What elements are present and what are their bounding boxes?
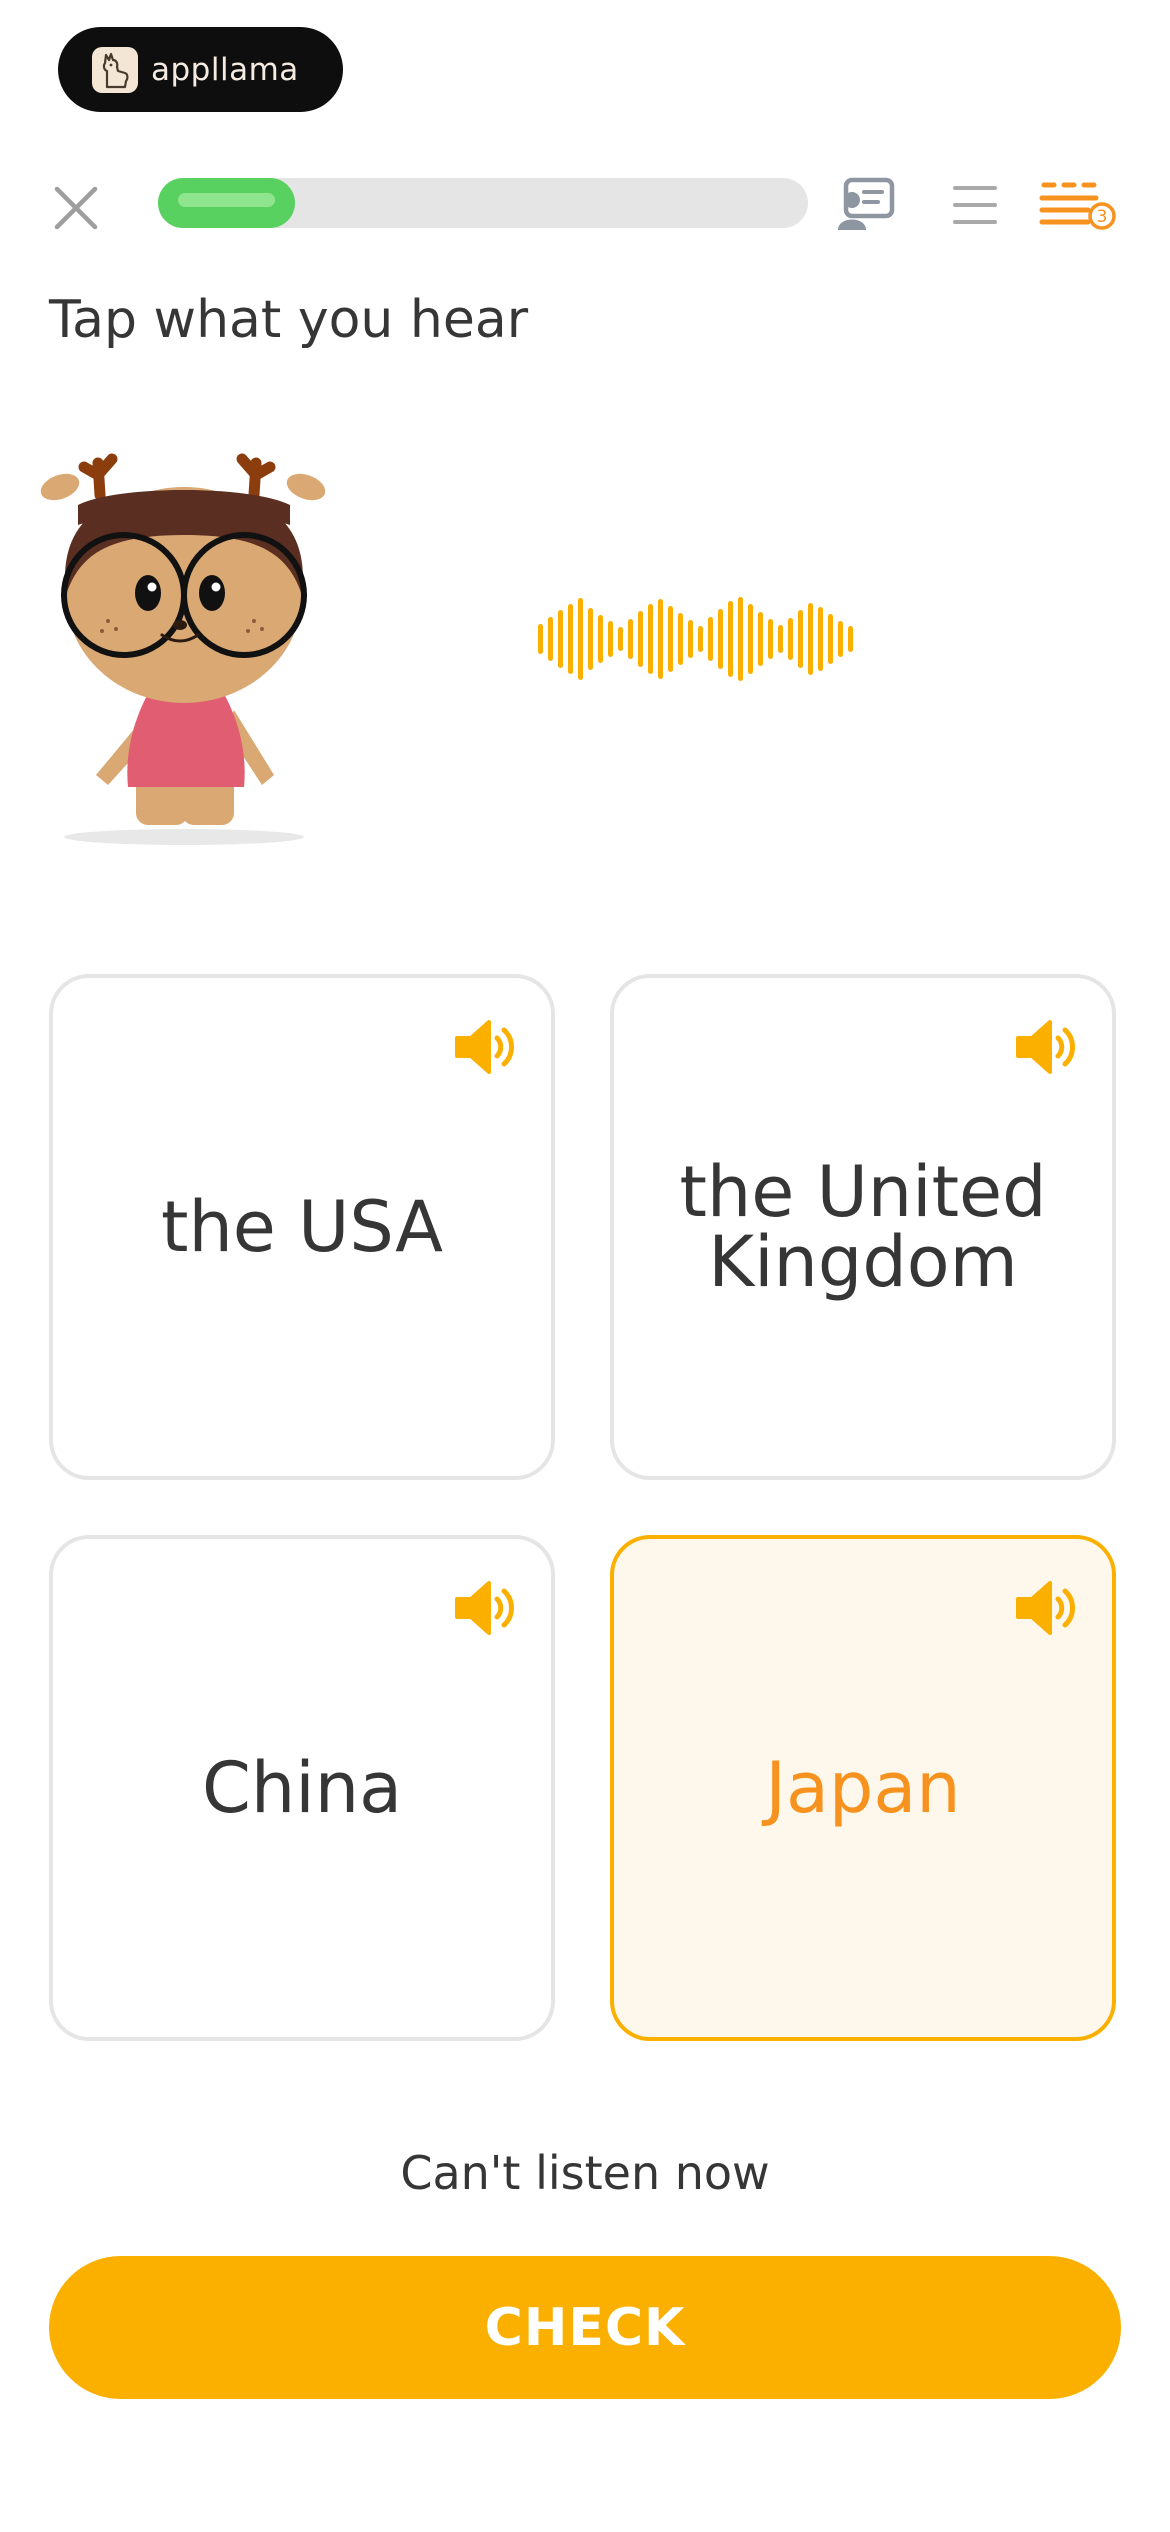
sound-wave-bar	[558, 610, 563, 668]
sound-wave-bar	[598, 615, 603, 663]
sound-wave-bar	[828, 614, 833, 664]
choice-card-the-usa[interactable]: the USA	[49, 974, 555, 1480]
llama-icon	[92, 46, 138, 93]
exercise-prompt: Tap what you hear	[49, 290, 529, 350]
sound-wave-bar	[668, 606, 673, 672]
sound-wave-bar	[728, 601, 733, 677]
choice-card-china[interactable]: China	[49, 1535, 555, 2041]
tip-button[interactable]	[836, 176, 896, 232]
sound-wave-bar	[618, 627, 623, 651]
sound-wave-bar	[758, 612, 763, 666]
sound-wave-bar	[808, 603, 813, 675]
close-icon	[54, 186, 98, 230]
check-button[interactable]: CHECK	[49, 2256, 1121, 2399]
sound-wave-bar	[788, 618, 793, 660]
sound-wave-bar	[778, 625, 783, 653]
sound-wave-bar	[838, 621, 843, 657]
cant-listen-button[interactable]: Can't listen now	[0, 2146, 1170, 2200]
sound-wave-bar	[818, 607, 823, 671]
settings-badge-count: 3	[1097, 207, 1108, 227]
sound-wave-bar	[538, 624, 543, 654]
sound-wave-bar	[628, 619, 633, 659]
sound-wave-bar	[568, 604, 573, 674]
character-illustration	[40, 453, 326, 845]
progress-highlight	[178, 193, 275, 207]
sound-wave-bar	[798, 610, 803, 668]
speaker-icon[interactable]	[453, 1016, 517, 1078]
brand-name: appllama	[151, 51, 299, 88]
sliders-icon: 3	[1039, 182, 1116, 230]
sound-wave-bar	[648, 604, 653, 674]
sound-wave-bar	[748, 604, 753, 674]
sound-wave-bar	[578, 598, 583, 680]
speaker-icon[interactable]	[1014, 1016, 1078, 1078]
sound-wave-bar	[698, 626, 703, 652]
sound-wave-bar	[718, 609, 723, 669]
sound-wave-icon[interactable]	[536, 595, 856, 683]
speaker-icon[interactable]	[1014, 1577, 1078, 1639]
speaker-icon[interactable]	[453, 1577, 517, 1639]
sound-wave-bar	[708, 617, 713, 661]
sound-wave-bar	[688, 620, 693, 658]
lesson-progress-bar	[158, 178, 808, 228]
choice-card-japan[interactable]: Japan	[610, 1535, 1116, 2041]
sound-wave-bar	[678, 613, 683, 665]
tip-card-icon	[838, 177, 895, 230]
menu-button[interactable]	[952, 180, 998, 230]
brand-badge: appllama	[58, 27, 343, 112]
sound-wave-bar	[658, 599, 663, 679]
sound-wave-bar	[548, 617, 553, 661]
choice-label: the United Kingdom	[679, 1151, 1047, 1303]
choice-card-the-united-kingdom[interactable]: the United Kingdom	[610, 974, 1116, 1480]
choice-label: China	[202, 1747, 402, 1829]
sound-wave-bar	[608, 621, 613, 657]
sound-wave-bar	[738, 597, 743, 681]
close-button[interactable]	[48, 180, 104, 236]
settings-button[interactable]: 3	[1038, 180, 1118, 230]
sound-wave-bar	[638, 611, 643, 667]
choice-label: the USA	[161, 1186, 443, 1268]
choice-label: Japan	[765, 1747, 961, 1829]
sound-wave-bar	[848, 626, 853, 652]
menu-icon	[953, 186, 997, 224]
lesson-progress-fill	[158, 178, 295, 228]
sound-wave-bar	[588, 608, 593, 670]
sound-wave-bar	[768, 619, 773, 659]
